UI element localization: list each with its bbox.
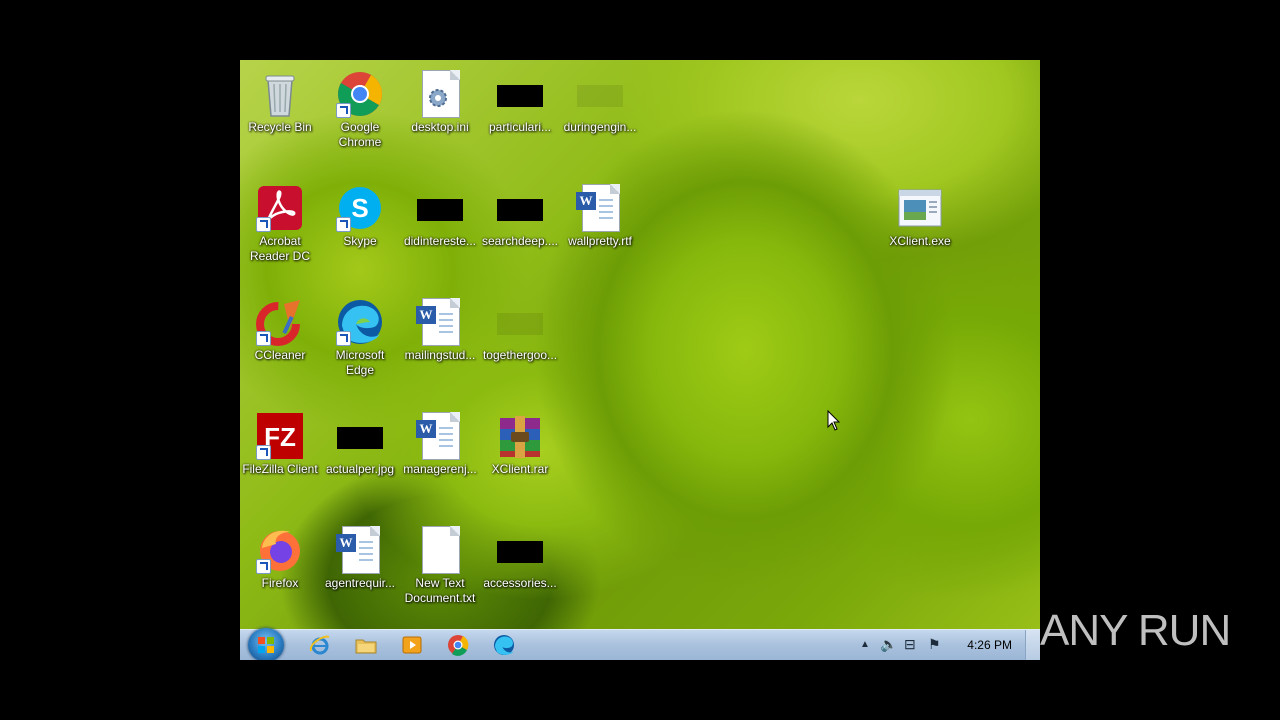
icon-label: XClient.rar (491, 462, 549, 476)
microsoft-edge-shortcut[interactable]: Microsoft Edge (320, 292, 400, 378)
ccleaner-shortcut[interactable]: CCleaner (240, 292, 320, 363)
firefox-icon (256, 526, 304, 574)
recycle-bin-shortcut[interactable]: Recycle Bin (240, 64, 320, 135)
icon-label: searchdeep.... (481, 234, 559, 248)
edge-icon (336, 298, 384, 346)
file-particulari[interactable]: particulari... (480, 64, 560, 135)
icon-label: Recycle Bin (248, 120, 312, 134)
recycle-bin-icon (256, 70, 304, 118)
icon-label: Skype (343, 234, 377, 248)
icon-label: actualper.jpg (325, 462, 395, 476)
image-thumbnail-icon (336, 412, 384, 460)
flag-icon[interactable]: ⚑ (928, 636, 941, 653)
word-document-icon: W (416, 298, 464, 346)
file-xclient-exe[interactable]: XClient.exe (880, 178, 960, 249)
volume-icon[interactable]: 🔈 (880, 636, 897, 653)
file-new-text-document[interactable]: New Text Document.txt (400, 520, 480, 606)
icon-label: desktop.ini (411, 120, 469, 134)
file-actualper-jpg[interactable]: actualper.jpg (320, 406, 400, 477)
icon-label: togethergoo... (482, 348, 558, 362)
chrome-icon[interactable] (446, 633, 470, 657)
image-thumbnail-icon (496, 70, 544, 118)
filezilla-icon: FZ (256, 412, 304, 460)
file-wallpretty-rtf[interactable]: W wallpretty.rtf (560, 178, 640, 249)
mouse-cursor-icon (827, 410, 841, 431)
ccleaner-icon (256, 298, 304, 346)
icon-label: New Text Document.txt (404, 576, 476, 605)
shortcut-arrow-icon (336, 103, 351, 118)
chrome-icon (336, 70, 384, 118)
icon-label: Google Chrome (338, 120, 382, 149)
file-togethergoo[interactable]: togethergoo... (480, 292, 560, 363)
shortcut-arrow-icon (336, 331, 351, 346)
icon-label: duringengin... (563, 120, 637, 134)
shortcut-arrow-icon (256, 217, 271, 232)
shortcut-arrow-icon (256, 331, 271, 346)
taskbar: ▲ 🔈 ⊟ ⚑ 4:26 PM (240, 628, 1040, 660)
internet-explorer-icon[interactable] (308, 633, 332, 657)
icon-label: Acrobat Reader DC (249, 234, 311, 263)
icon-label: managerenj... (403, 462, 477, 476)
image-thumbnail-icon (416, 184, 464, 232)
shortcut-arrow-icon (256, 559, 271, 574)
acrobat-icon (256, 184, 304, 232)
image-thumbnail-icon (496, 298, 544, 346)
skype-icon: S (336, 184, 384, 232)
file-agentrequir[interactable]: W agentrequir... (320, 520, 400, 591)
edge-icon[interactable] (492, 633, 516, 657)
anyrun-watermark-logo: ANY RUN (1040, 606, 1231, 655)
word-document-icon: W (416, 412, 464, 460)
acrobat-reader-shortcut[interactable]: Acrobat Reader DC (240, 178, 320, 264)
media-player-icon[interactable] (400, 633, 424, 657)
network-icon[interactable]: ⊟ (904, 636, 916, 653)
file-mailingstud[interactable]: W mailingstud... (400, 292, 480, 363)
file-duringengin[interactable]: duringengin... (560, 64, 640, 135)
file-managerenj[interactable]: W managerenj... (400, 406, 480, 477)
start-button[interactable] (248, 628, 284, 660)
clock[interactable]: 4:26 PM (967, 638, 1012, 652)
icon-label: particulari... (488, 120, 552, 134)
executable-icon (896, 184, 944, 232)
chevron-up-icon[interactable]: ▲ (860, 639, 870, 650)
winrar-archive-icon (496, 412, 544, 460)
image-thumbnail-icon (576, 70, 624, 118)
google-chrome-shortcut[interactable]: Google Chrome (320, 64, 400, 150)
word-document-icon: W (336, 526, 384, 574)
icon-label: mailingstud... (404, 348, 476, 362)
file-explorer-icon[interactable] (354, 633, 378, 657)
icon-label: agentrequir... (324, 576, 396, 590)
image-thumbnail-icon (496, 184, 544, 232)
show-desktop-button[interactable] (1025, 630, 1040, 660)
icon-label: FileZilla Client (242, 462, 318, 476)
text-file-icon (416, 526, 464, 574)
icon-label: accessories... (483, 576, 557, 590)
icon-label: Firefox (261, 576, 299, 590)
skype-shortcut[interactable]: S Skype (320, 178, 400, 249)
shortcut-arrow-icon (336, 217, 351, 232)
file-searchdeep[interactable]: searchdeep.... (480, 178, 560, 249)
file-accessories[interactable]: accessories... (480, 520, 560, 591)
file-didintereste[interactable]: didintereste... (400, 178, 480, 249)
icon-label: wallpretty.rtf (568, 234, 632, 248)
settings-file-icon (416, 70, 464, 118)
system-tray: ▲ 🔈 ⊟ ⚑ 4:26 PM (860, 630, 1040, 660)
icon-label: Microsoft Edge (335, 348, 385, 377)
word-document-icon: W (576, 184, 624, 232)
desktop: Recycle Bin Acrobat Reader DC CCleaner F… (240, 60, 1040, 660)
svg-text:S: S (351, 193, 368, 223)
icon-label: XClient.exe (889, 234, 951, 248)
shortcut-arrow-icon (256, 445, 271, 460)
firefox-shortcut[interactable]: Firefox (240, 520, 320, 591)
image-thumbnail-icon (496, 526, 544, 574)
file-xclient-rar[interactable]: XClient.rar (480, 406, 560, 477)
icon-label: didintereste... (403, 234, 477, 248)
filezilla-shortcut[interactable]: FZ FileZilla Client (240, 406, 320, 477)
file-desktop-ini[interactable]: desktop.ini (400, 64, 480, 135)
icon-label: CCleaner (254, 348, 306, 362)
